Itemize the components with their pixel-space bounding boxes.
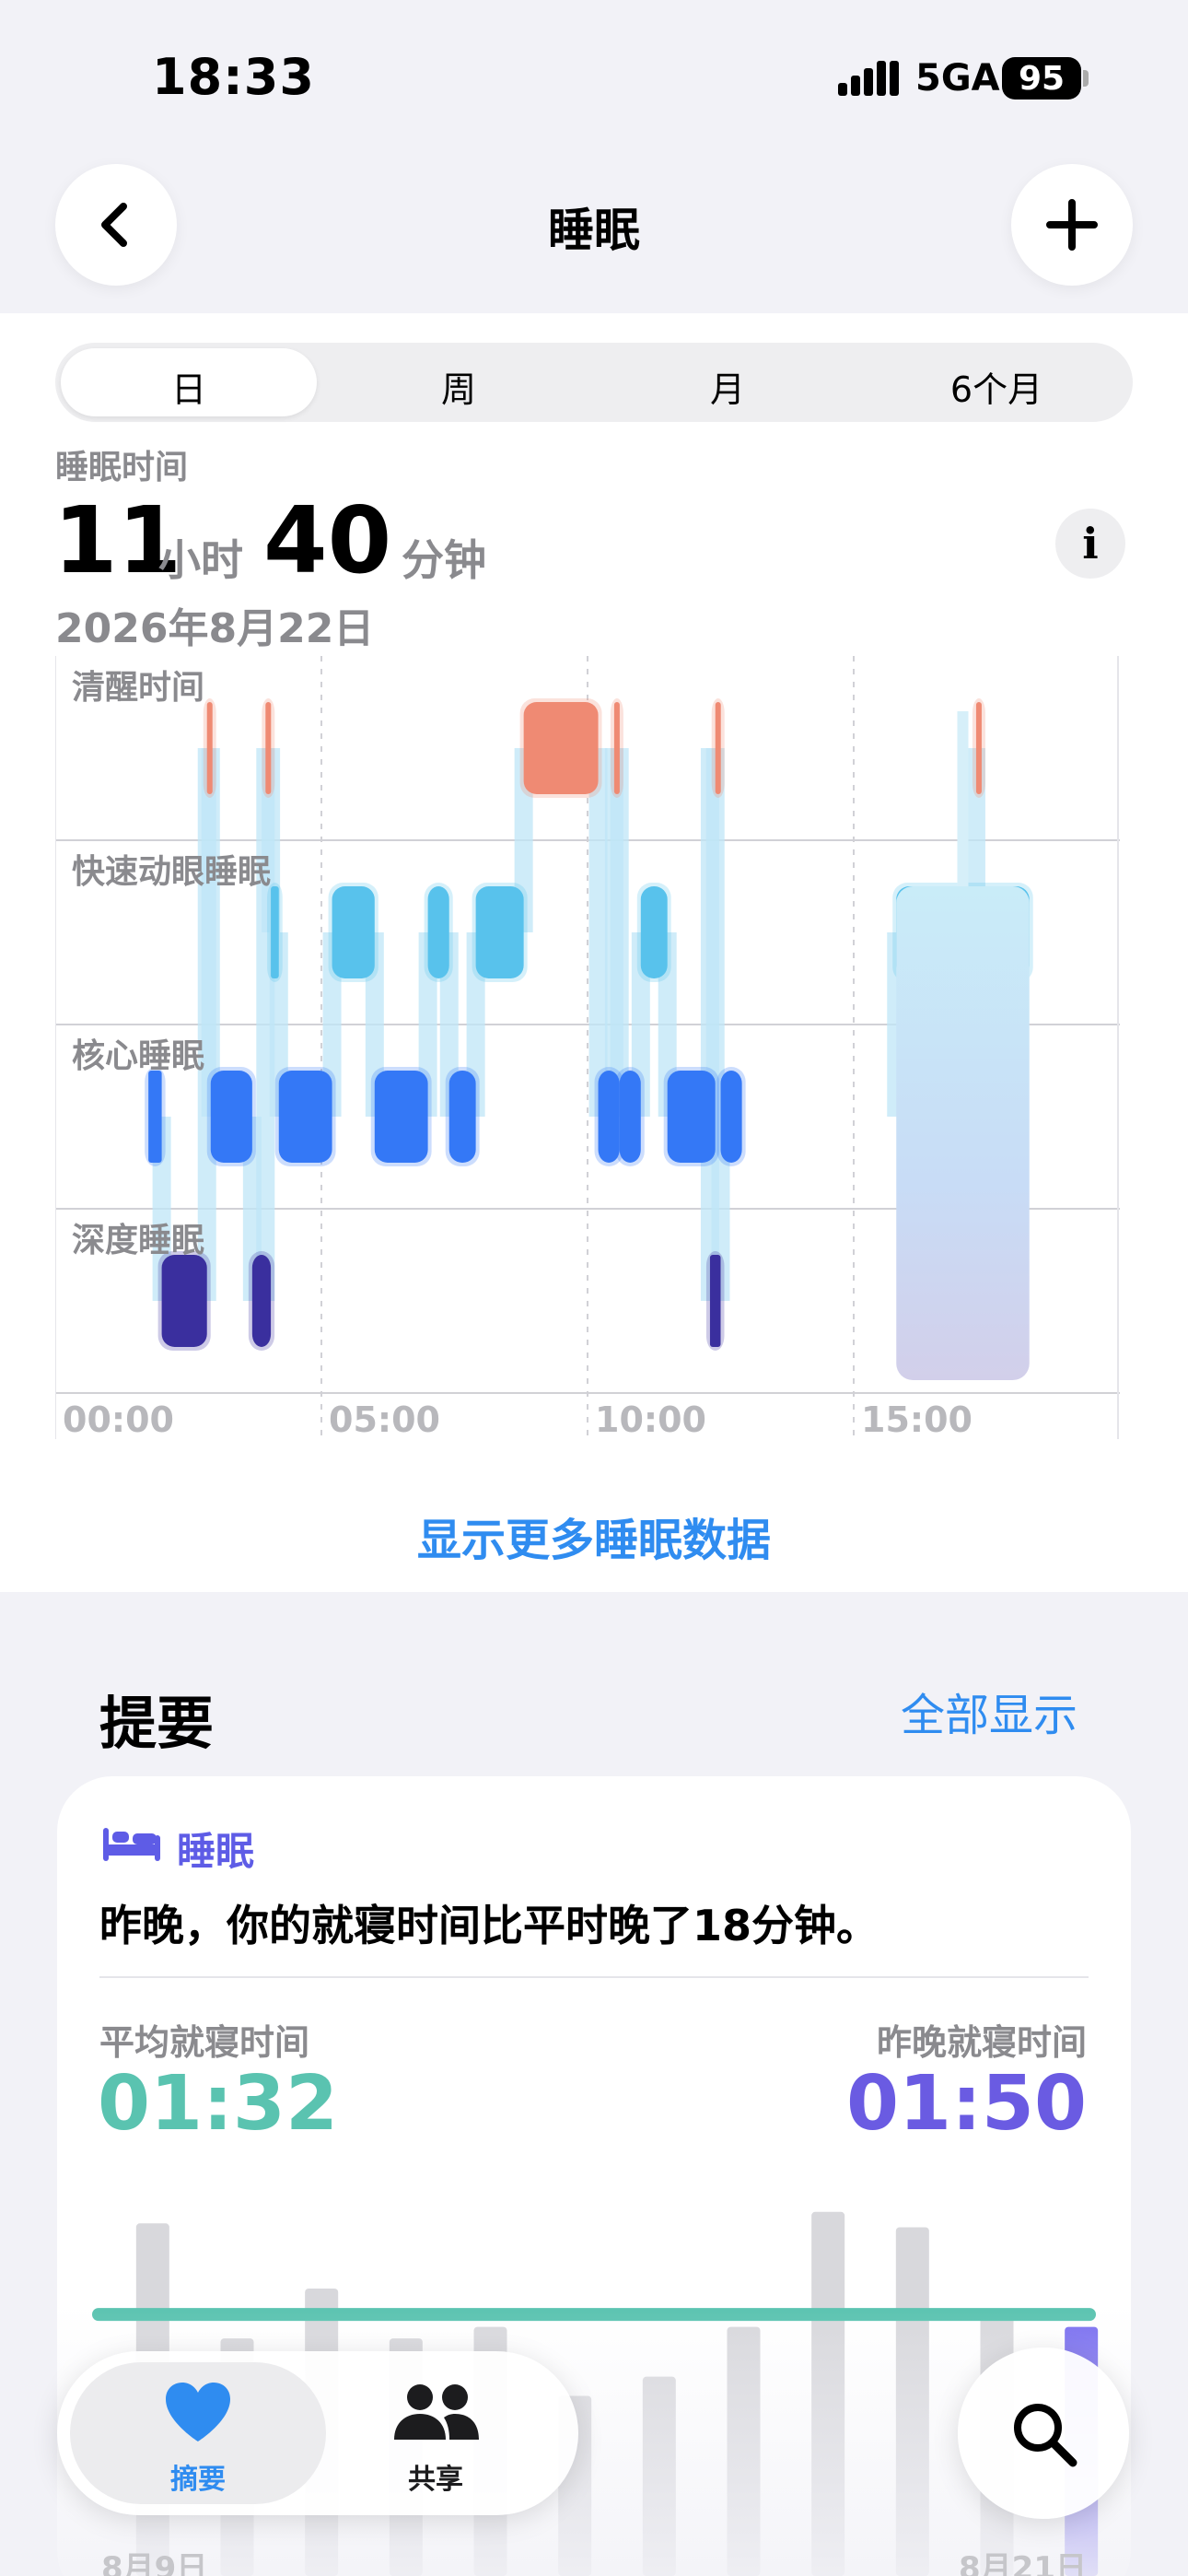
avg-bedtime-value: 01:32: [98, 2060, 339, 2148]
info-icon: i: [1082, 519, 1099, 568]
stage-segment: [148, 1071, 162, 1163]
sleep-stage-chart: 00:00 05:00 10:00 15:00 清醒时间快速动眼睡眠核心睡眠深度睡眠: [55, 656, 1120, 1439]
card-divider: [99, 1976, 1089, 1978]
time-tick-label: 05:00: [329, 1399, 440, 1439]
highlights-title: 提要: [99, 1690, 215, 1757]
stage-segment: [709, 1255, 721, 1347]
stage-segment: [613, 702, 620, 794]
last-bedtime-label: 昨晚就寝时间: [876, 2022, 1087, 2063]
tab-summary-label: 摘要: [170, 2464, 226, 2496]
sleep-minutes: 40: [263, 486, 392, 594]
stage-segment: [265, 702, 272, 794]
stage-segment: [523, 702, 599, 794]
sleep-time-label: 睡眠时间: [55, 449, 189, 486]
time-tick-label: 10:00: [595, 1399, 706, 1439]
stage-segment: [278, 1071, 332, 1163]
avg-bedtime-label: 平均就寝时间: [99, 2022, 310, 2063]
stage-segment: [374, 1071, 428, 1163]
stage-segment: [640, 886, 668, 978]
stage-transition-connector: [610, 748, 629, 1117]
stage-segment: [475, 886, 524, 978]
card-category: 睡眠: [177, 1829, 255, 1874]
bed-icon: [103, 1828, 160, 1861]
stage-segment: [427, 886, 449, 978]
stage-transition-connector: [588, 748, 608, 1117]
status-time: 18:33: [152, 48, 315, 106]
battery-indicator: 95: [1002, 57, 1081, 100]
show-all-link[interactable]: 全部显示: [901, 1679, 1077, 1743]
awake-connector: [957, 711, 969, 886]
time-tick-label: 15:00: [861, 1399, 973, 1439]
stage-segment: [271, 886, 279, 978]
tab-day[interactable]: 日: [97, 361, 281, 412]
stage-label: 快速动眼睡眠: [72, 853, 271, 891]
search-button[interactable]: [958, 2348, 1129, 2519]
card-message: 昨晚，你的就寝时间比平时晚了18分钟。: [99, 1901, 879, 1950]
stage-segment: [251, 1255, 272, 1347]
page-title: 睡眠: [548, 204, 640, 257]
stage-segment: [161, 1255, 207, 1347]
hours-unit: 小时: [158, 535, 243, 585]
stage-label: 深度睡眠: [72, 1222, 204, 1259]
stage-segment: [619, 1071, 641, 1163]
stage-segment: [206, 702, 213, 794]
people-icon: [394, 2384, 479, 2440]
info-button[interactable]: i: [1055, 509, 1125, 579]
bedtime-chart-end-date: 8月21日: [959, 2550, 1087, 2576]
long-awake-period: [896, 886, 1030, 1380]
tab-week[interactable]: 周: [367, 361, 551, 412]
stage-segment: [720, 1071, 742, 1163]
stage-label: 核心睡眠: [72, 1037, 204, 1075]
minutes-unit: 分钟: [402, 535, 486, 585]
time-tick-label: 00:00: [63, 1399, 174, 1439]
bedtime-chart-start-date: 8月9日: [101, 2550, 208, 2576]
battery-tip: [1083, 70, 1089, 87]
sleep-date: 2026年8月22日: [55, 605, 375, 652]
heart-icon: [166, 2383, 230, 2441]
stage-segment: [448, 1071, 476, 1163]
search-icon: [1014, 2404, 1077, 2467]
stage-label: 清醒时间: [72, 669, 204, 707]
show-more-sleep-data-link[interactable]: 显示更多睡眠数据: [0, 1504, 1188, 1568]
stage-segment: [332, 886, 375, 978]
signal-icon: [838, 61, 899, 96]
add-data-button[interactable]: [1011, 164, 1133, 286]
plus-icon: [1046, 199, 1098, 251]
tab-six-months[interactable]: 6个月: [904, 361, 1089, 412]
stage-segment: [975, 702, 982, 794]
network-type: 5GA: [915, 57, 1000, 100]
tab-sharing-label[interactable]: 共享: [344, 2456, 528, 2497]
stage-segment: [715, 702, 721, 794]
tab-month[interactable]: 月: [635, 361, 820, 412]
stage-segment: [667, 1071, 716, 1163]
last-bedtime-value: 01:50: [845, 2060, 1087, 2148]
stage-segment: [210, 1071, 252, 1163]
